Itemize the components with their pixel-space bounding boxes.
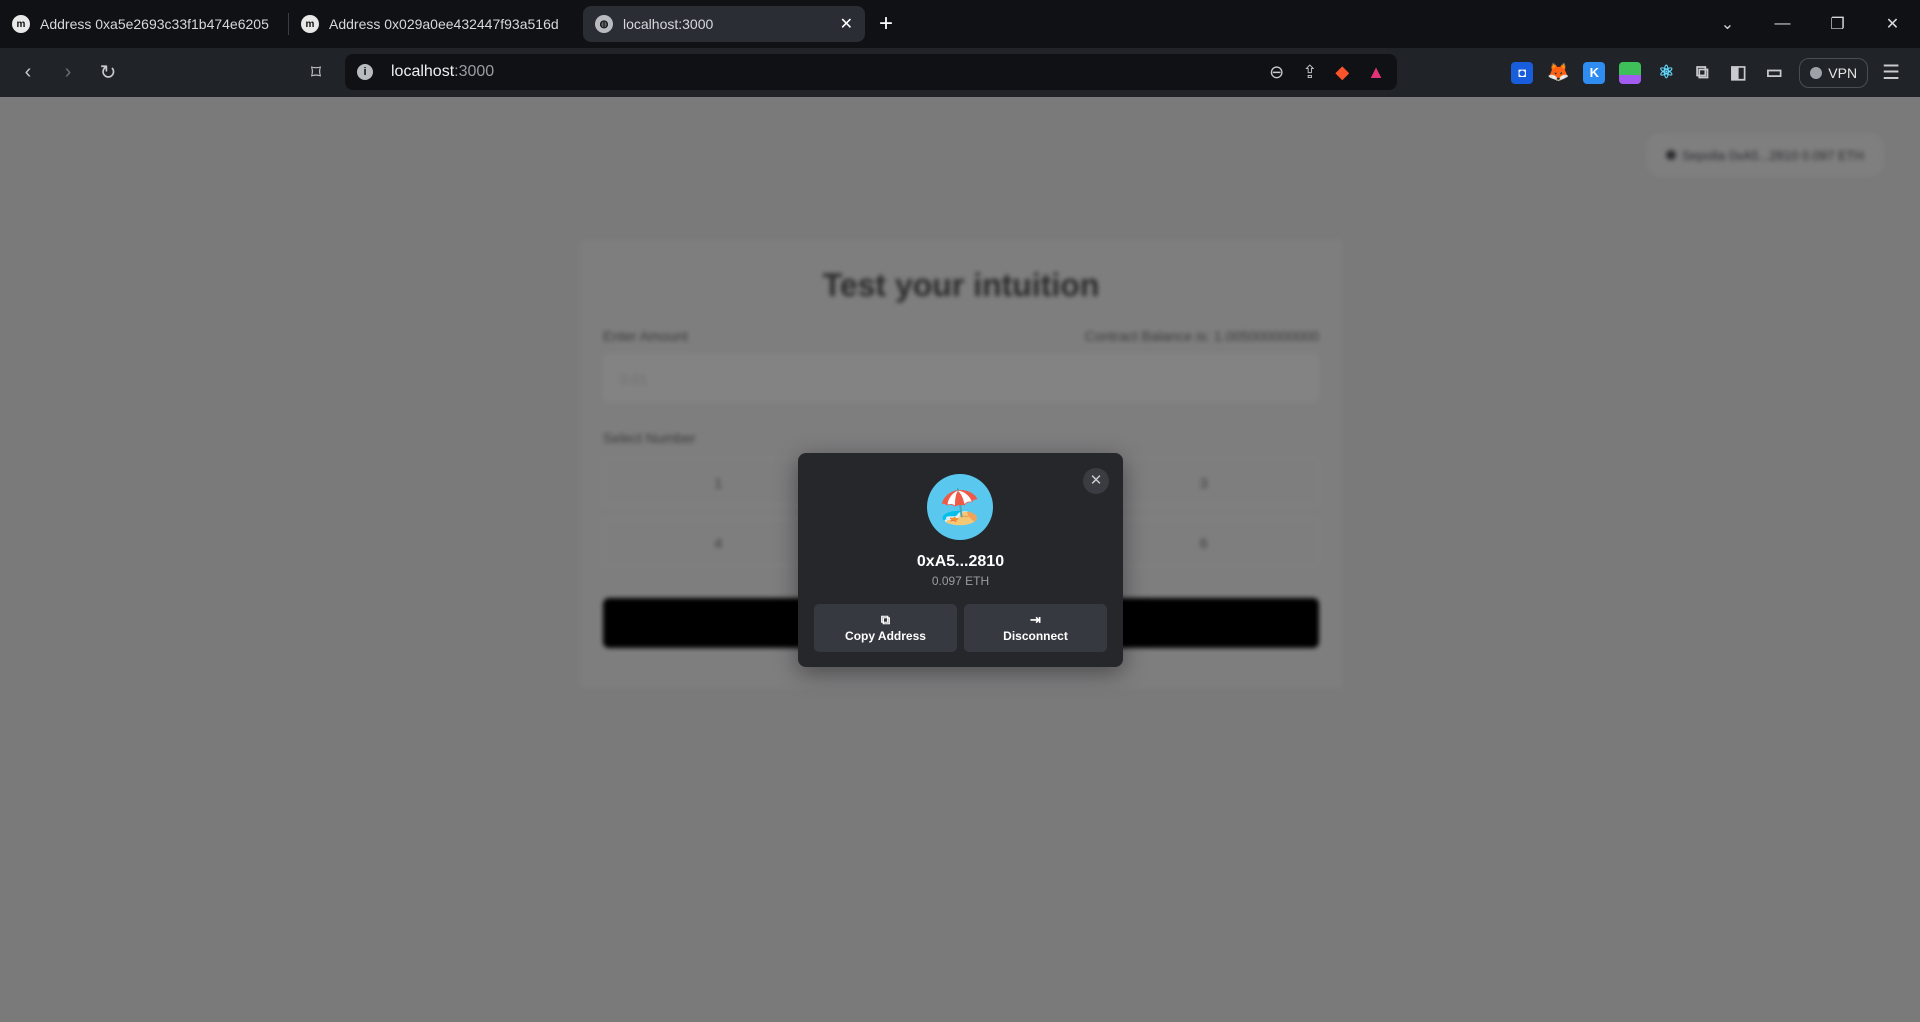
- vpn-button[interactable]: VPN: [1799, 57, 1869, 88]
- metamask-icon[interactable]: 🦊: [1547, 62, 1569, 84]
- restore-button[interactable]: ❐: [1810, 14, 1865, 34]
- brave-rewards-icon[interactable]: ▲: [1367, 62, 1385, 83]
- logout-icon: ⇥: [1030, 612, 1041, 627]
- zoom-icon[interactable]: ⊖: [1269, 62, 1284, 83]
- wallet-badge-text: Sepolia 0xA5...2810 0.097 ETH: [1681, 147, 1864, 163]
- tab-search-chevron-icon[interactable]: ⌄: [1700, 14, 1755, 34]
- tab-address-1[interactable]: m Address 0xa5e2693c33f1b474e6205: [0, 6, 288, 42]
- url-port: :3000: [454, 63, 495, 80]
- account-balance: 0.097 ETH: [931, 574, 990, 588]
- copy-icon: ⧉: [880, 612, 891, 627]
- share-icon[interactable]: ⇪: [1302, 62, 1317, 83]
- network-dot-icon: [1665, 150, 1676, 160]
- tab-bar: m Address 0xa5e2693c33f1b474e6205 m Addres…: [0, 0, 1920, 48]
- close-tab-icon[interactable]: ✕: [840, 14, 853, 34]
- page-title: Test your intuition: [822, 267, 1100, 303]
- menu-icon[interactable]: ☰: [1882, 60, 1900, 85]
- tab-title: localhost:3000: [623, 16, 714, 32]
- close-modal-button[interactable]: ✕: [1083, 468, 1109, 494]
- etherscan-icon: m: [301, 15, 319, 33]
- amount-input[interactable]: 0.01: [603, 354, 1319, 402]
- disconnect-button[interactable]: ⇥ Disconnect: [964, 604, 1107, 652]
- globe-icon: ◍: [595, 15, 613, 33]
- wallet-icon[interactable]: ▭: [1763, 62, 1785, 84]
- brave-shields-icon[interactable]: ◆: [1335, 62, 1349, 83]
- wallet-badge[interactable]: Sepolia 0xA5...2810 0.097 ETH: [1645, 133, 1884, 177]
- new-tab-button[interactable]: +: [879, 10, 893, 38]
- account-avatar: 🏖️: [927, 474, 993, 540]
- back-button[interactable]: ‹: [8, 61, 48, 84]
- browser-toolbar: ‹ › ↻ ⌑ i localhost:3000 ⊖ ⇪ ◆ ▲ ◘ 🦊 K ⚛…: [0, 48, 1920, 97]
- sidebar-icon[interactable]: ◧: [1727, 62, 1749, 84]
- extensions-bar: ◘ 🦊 K ⚛ ⧉ ◧ ▭ VPN ☰: [1511, 48, 1900, 97]
- select-number-label: Select Number: [603, 430, 696, 446]
- minimize-button[interactable]: —: [1755, 15, 1810, 33]
- bookmark-icon[interactable]: ⌑: [296, 60, 336, 85]
- tab-address-2[interactable]: m Address 0x029a0ee432447f93a516d: [289, 6, 577, 42]
- etherscan-icon: m: [12, 15, 30, 33]
- account-modal: ✕ 🏖️ 0xA5...2810 0.097 ETH ⧉ Copy Address…: [798, 453, 1123, 667]
- bitwarden-icon[interactable]: ◘: [1511, 61, 1534, 84]
- address-bar[interactable]: i localhost:3000 ⊖ ⇪ ◆ ▲: [345, 54, 1397, 90]
- vpn-status-icon: [1810, 66, 1823, 79]
- copy-address-button[interactable]: ⧉ Copy Address: [814, 604, 957, 652]
- forward-button[interactable]: ›: [48, 61, 88, 84]
- window-controls: ⌄ — ❐ ✕: [1700, 0, 1920, 48]
- extensions-icon[interactable]: ⧉: [1691, 62, 1713, 84]
- close-window-button[interactable]: ✕: [1865, 14, 1920, 34]
- vpn-label: VPN: [1828, 64, 1858, 81]
- copy-address-label: Copy Address: [845, 629, 926, 643]
- amount-label: Enter Amount: [603, 328, 688, 344]
- k-extension-icon[interactable]: K: [1583, 61, 1606, 84]
- account-address: 0xA5...2810: [916, 553, 1005, 570]
- react-devtools-icon[interactable]: ⚛: [1655, 62, 1677, 84]
- tab-title: Address 0xa5e2693c33f1b474e6205: [40, 16, 269, 32]
- site-info-icon[interactable]: i: [357, 64, 373, 80]
- contract-balance: Contract Balance is: 1.005000000000: [1084, 328, 1319, 344]
- tab-title: Address 0x029a0ee432447f93a516d: [329, 16, 559, 32]
- tab-localhost[interactable]: ◍ localhost:3000 ✕: [583, 6, 865, 42]
- reload-button[interactable]: ↻: [88, 60, 128, 85]
- frog-icon[interactable]: [1619, 61, 1642, 84]
- disconnect-label: Disconnect: [1003, 629, 1068, 643]
- url-host: localhost: [391, 63, 455, 80]
